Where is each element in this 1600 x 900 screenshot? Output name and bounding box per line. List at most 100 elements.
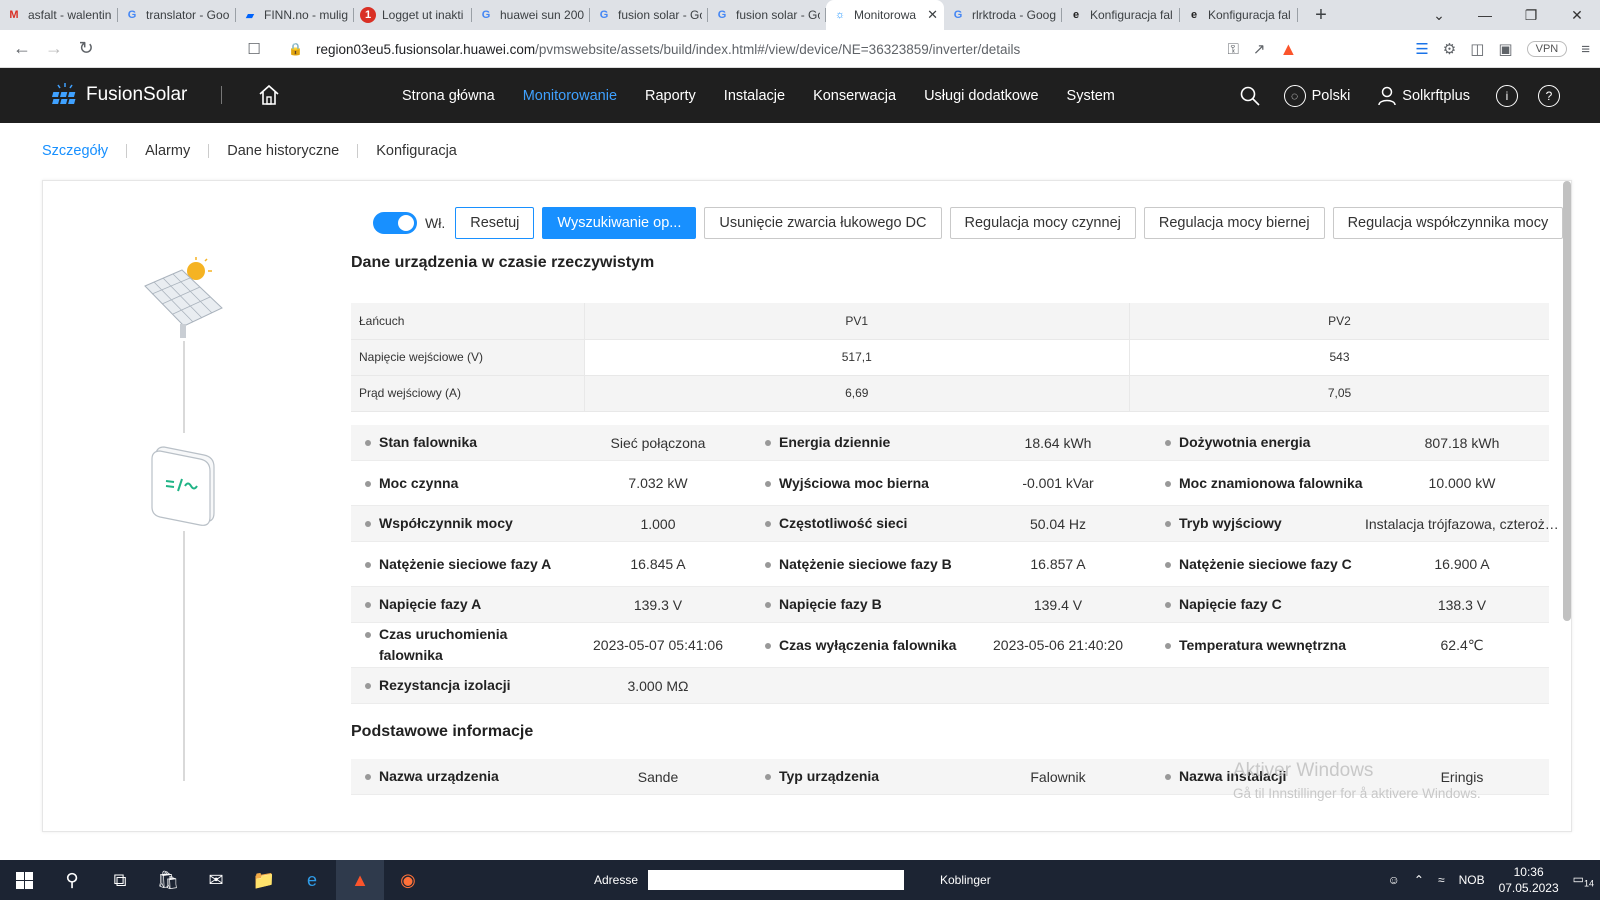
- tray-chevron-icon[interactable]: ⌃: [1414, 873, 1424, 887]
- data-value: 62.4℃: [1440, 636, 1484, 653]
- edge-icon[interactable]: e: [288, 860, 336, 900]
- bookmark-icon[interactable]: ☐: [238, 33, 270, 65]
- network-icon[interactable]: ≈: [1438, 873, 1445, 887]
- panel-scrollbar[interactable]: [1563, 181, 1571, 621]
- browser-tab[interactable]: ▰ FINN.no - mulig: [236, 0, 354, 30]
- data-value: Sande: [637, 768, 679, 785]
- tab-search-icon[interactable]: ⌄: [1416, 0, 1462, 30]
- address-bar: ← → ↻ ☐ 🔒 region03eu5.fusionsolar.huawei…: [0, 30, 1600, 68]
- taskbar-search-icon[interactable]: ⚲: [48, 860, 96, 900]
- notification-icon[interactable]: ▭14: [1573, 872, 1594, 888]
- back-button[interactable]: ←: [6, 33, 38, 65]
- restore-button[interactable]: ❐: [1508, 0, 1554, 30]
- pv-string-table: Łańcuch PV1 PV2 Napięcie wejściowe (V) 5…: [351, 303, 1549, 412]
- help-icon[interactable]: ?: [1538, 84, 1560, 107]
- data-value: 807.18 kWh: [1424, 434, 1500, 451]
- power-factor-button[interactable]: Regulacja współczynnika mocy: [1332, 207, 1564, 239]
- wallet-icon[interactable]: ▣: [1498, 40, 1512, 58]
- start-button[interactable]: [0, 860, 48, 900]
- nav-item[interactable]: Strona główna: [402, 88, 495, 104]
- nav-item[interactable]: System: [1067, 88, 1115, 104]
- browser-tab[interactable]: e Konfiguracja fal: [1180, 0, 1298, 30]
- browser-tab[interactable]: Gfusion solar - Go: [708, 0, 826, 30]
- browser-tab[interactable]: ☼ Monitorowa ✕: [826, 0, 944, 30]
- solar-panel-icon: [144, 257, 223, 338]
- search-optimizer-button[interactable]: Wyszukiwanie op...: [542, 207, 697, 239]
- close-tab-icon[interactable]: ✕: [927, 7, 938, 23]
- google-icon: G: [127, 9, 137, 21]
- tab-alarms[interactable]: Alarmy: [145, 143, 190, 159]
- data-value: 3.000 MΩ: [627, 677, 689, 694]
- windows-activation-hint: Gå til Innstillinger for å aktivere Wind…: [1233, 786, 1481, 801]
- new-tab-button[interactable]: +: [1306, 0, 1336, 30]
- search-icon[interactable]: [1240, 86, 1260, 106]
- data-value: 16.900 A: [1434, 556, 1490, 572]
- firefox-icon[interactable]: ◉: [384, 860, 432, 900]
- data-value: Instalacja trójfazowa, czteroży...: [1365, 515, 1559, 532]
- fusionsolar-logo[interactable]: FusionSolar: [50, 82, 187, 108]
- active-power-button[interactable]: Regulacja mocy czynnej: [949, 207, 1136, 239]
- people-icon[interactable]: ☺: [1388, 873, 1400, 887]
- task-view-icon[interactable]: ⧉: [96, 860, 144, 900]
- data-cell: Nazwa urządzenia Sande: [351, 766, 751, 787]
- browser-tab[interactable]: Ghuawei sun 200: [472, 0, 590, 30]
- brave-shield-icon[interactable]: ▲: [1280, 39, 1298, 60]
- nav-item[interactable]: Konserwacja: [813, 88, 896, 104]
- power-toggle[interactable]: [373, 212, 417, 234]
- address-bar-tools: ⚿ ↗ ▲ ☰ ⚙ ◫ ▣ VPN ≡: [1228, 34, 1591, 64]
- nav-item[interactable]: Usługi dodatkowe: [924, 88, 1038, 104]
- tab-configuration[interactable]: Konfiguracja: [376, 143, 457, 159]
- mail-icon[interactable]: ✉: [192, 860, 240, 900]
- nav-item[interactable]: Monitorowanie: [523, 88, 617, 104]
- windows-taskbar: ⚲ ⧉ 🛍 ✉ 📁 e ▲ ◉ Adresse Koblinger ☺ ⌃ ≈ …: [0, 860, 1600, 900]
- google-icon: G: [481, 9, 491, 21]
- reload-button[interactable]: ↻: [70, 33, 102, 65]
- close-window-button[interactable]: ✕: [1554, 0, 1600, 30]
- store-icon[interactable]: 🛍: [144, 860, 192, 900]
- sidebar-icon[interactable]: ◫: [1470, 40, 1484, 58]
- browser-tab[interactable]: Gtranslator - Goo: [118, 0, 236, 30]
- user-name[interactable]: Solkrftplus: [1402, 88, 1470, 104]
- browser-tab[interactable]: Grlrktroda - Goog: [944, 0, 1062, 30]
- user-icon[interactable]: [1378, 86, 1397, 106]
- tab-history[interactable]: Dane historyczne: [227, 143, 339, 159]
- file-explorer-icon[interactable]: 📁: [240, 860, 288, 900]
- dc-arc-clear-button[interactable]: Usunięcie zwarcia łukowego DC: [704, 207, 942, 239]
- browser-tab[interactable]: 1 Logget ut inakti: [354, 0, 472, 30]
- browser-tab[interactable]: Gfusion solar - Go: [590, 0, 708, 30]
- extensions-icon[interactable]: ⚙: [1443, 40, 1456, 58]
- info-icon[interactable]: i: [1496, 84, 1518, 107]
- url-field[interactable]: 🔒 region03eu5.fusionsolar.huawei.com/pvm…: [288, 34, 1318, 64]
- taskbar-address-input[interactable]: [648, 870, 905, 890]
- share-icon[interactable]: ↗: [1253, 40, 1266, 58]
- data-row: Współczynnik mocy 1.000 Częstotliwość siec…: [351, 506, 1559, 542]
- forward-button[interactable]: →: [38, 33, 70, 65]
- translate-icon[interactable]: ☰: [1415, 40, 1428, 58]
- url-path: /pvmswebsite/assets/build/index.html#/vi…: [535, 41, 1021, 57]
- key-icon[interactable]: ⚿: [1228, 41, 1239, 58]
- menu-icon[interactable]: ≡: [1581, 41, 1590, 58]
- table-cell: Napięcie wejściowe (V): [351, 339, 584, 376]
- input-language[interactable]: NOB: [1459, 873, 1485, 887]
- table-row: Napięcie wejściowe (V) 517,1 543: [351, 339, 1549, 376]
- brave-icon[interactable]: ▲: [336, 860, 384, 900]
- tab-details[interactable]: Szczegóły: [42, 143, 108, 159]
- language-selector[interactable]: Polski: [1312, 88, 1351, 104]
- brand-name: FusionSolar: [86, 84, 188, 105]
- reset-button[interactable]: Resetuj: [455, 207, 535, 239]
- taskbar-links-label[interactable]: Koblinger: [940, 860, 991, 900]
- nav-item[interactable]: Raporty: [645, 88, 696, 104]
- data-label: Nazwa urządzenia: [351, 766, 565, 787]
- globe-icon[interactable]: ◌: [1283, 84, 1306, 107]
- data-cell: Moc czynna 7.032 kW: [351, 473, 751, 494]
- browser-tab[interactable]: e Konfiguracja fal: [1062, 0, 1180, 30]
- clock[interactable]: 10:36 07.05.2023: [1499, 864, 1559, 896]
- nav-item[interactable]: Instalacje: [724, 88, 785, 104]
- home-icon[interactable]: [257, 83, 281, 107]
- windows-icon: [15, 871, 33, 889]
- data-label: Natężenie sieciowe fazy A: [351, 554, 565, 575]
- vpn-button[interactable]: VPN: [1526, 41, 1568, 57]
- reactive-power-button[interactable]: Regulacja mocy biernej: [1143, 207, 1325, 239]
- minimize-button[interactable]: —: [1462, 0, 1508, 30]
- browser-tab[interactable]: Masfalt - walentin: [0, 0, 118, 30]
